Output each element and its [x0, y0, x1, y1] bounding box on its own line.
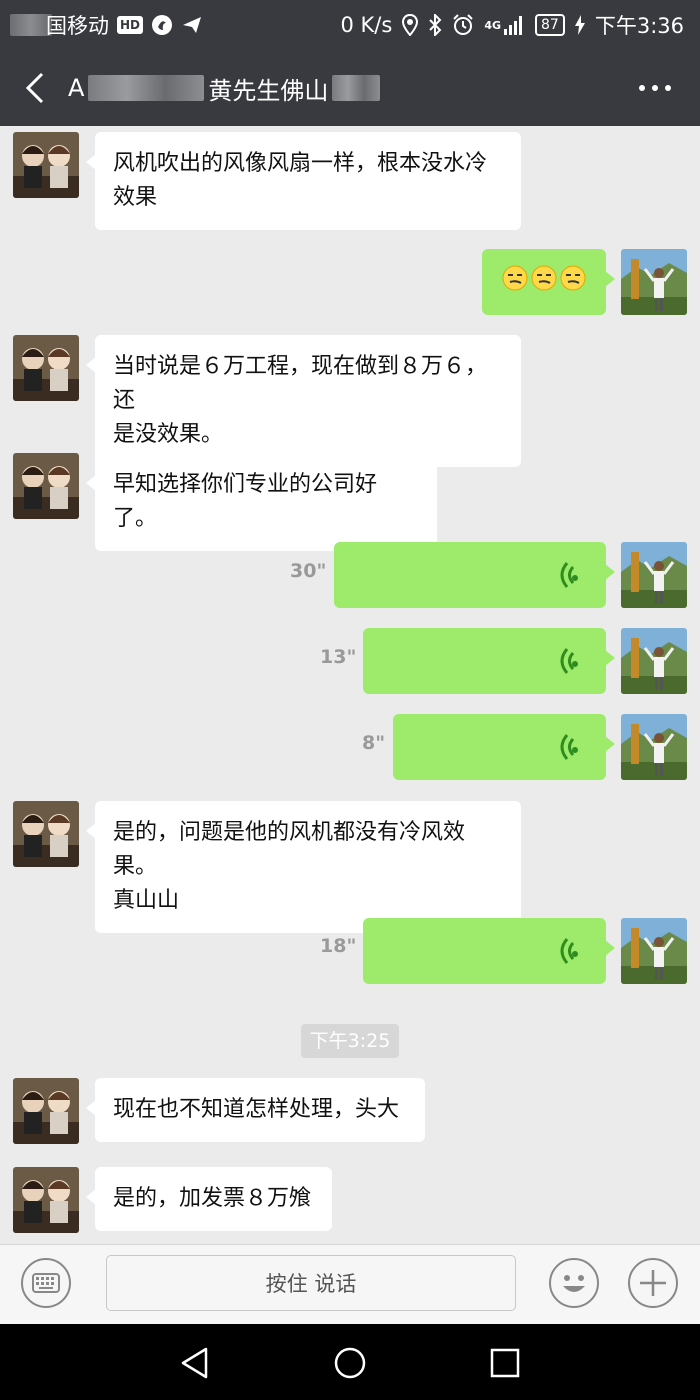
keyboard-toggle-button[interactable] [21, 1258, 71, 1308]
voice-duration: 18" [320, 935, 357, 957]
smirk-face-icon [502, 265, 528, 291]
chat-area[interactable]: 风机吹出的风像风扇一样，根本没水冷 效果 当时说是６万工程，现在做到８万６，还 … [0, 126, 700, 1244]
battery-indicator: 87 [535, 14, 565, 36]
message-text-line: 是的，加发票８万飧 [113, 1186, 312, 1211]
redacted-block [332, 75, 381, 101]
voice-message-bubble[interactable] [363, 628, 615, 694]
voice-duration: 8" [362, 732, 386, 754]
back-arrow-icon[interactable] [18, 70, 54, 106]
message-text-line: 早知选择你们专业的公司好了。 [113, 472, 378, 531]
status-bar: 国移动 HD 0 K/s 4G 87 下午3:36 [0, 0, 700, 50]
plus-icon [640, 1270, 666, 1296]
keyboard-icon [32, 1273, 60, 1293]
hold-to-talk-button[interactable]: 按住 说话 [106, 1255, 516, 1311]
contact-avatar[interactable] [13, 1167, 79, 1233]
contact-avatar[interactable] [13, 335, 79, 401]
alarm-icon [453, 14, 474, 35]
message-text-line: 当时说是６万工程，现在做到８万６，还 [113, 354, 488, 413]
emoji-message-bubble[interactable] [482, 249, 615, 315]
message-text-line: 现在也不知道怎样处理，头大 [113, 1097, 400, 1122]
voice-message-bubble[interactable] [393, 714, 615, 780]
contact-avatar[interactable] [13, 453, 79, 519]
hd-badge: HD [117, 16, 144, 34]
more-options-icon[interactable] [638, 80, 672, 96]
contact-avatar[interactable] [13, 1078, 79, 1144]
title-prefix: A [68, 74, 85, 102]
location-icon [402, 14, 419, 36]
more-functions-button[interactable] [628, 1258, 678, 1308]
voice-duration: 30" [290, 560, 327, 582]
signal-icon [504, 16, 522, 35]
charging-icon [574, 15, 585, 35]
voice-wave-icon [560, 734, 579, 760]
message-bubble[interactable]: 早知选择你们专业的公司好了。 [86, 453, 437, 551]
my-avatar[interactable] [621, 714, 687, 780]
contact-avatar[interactable] [13, 132, 79, 198]
voice-wave-icon [560, 648, 579, 674]
message-bubble[interactable]: 风机吹出的风像风扇一样，根本没水冷 效果 [86, 132, 521, 230]
nav-recents-icon[interactable] [489, 1347, 521, 1379]
my-avatar[interactable] [621, 249, 687, 315]
contact-name: 黄先生佛山 [208, 76, 329, 105]
message-bubble[interactable]: 是的，加发票８万飧 [86, 1167, 332, 1231]
status-right: 0 K/s 4G 87 下午3:36 [340, 10, 684, 40]
message-bubble[interactable]: 当时说是６万工程，现在做到８万６，还 是没效果。 [86, 335, 521, 467]
message-text-line: 是的，问题是他的风机都没有冷风效果。 [113, 820, 466, 879]
message-text-line: 效果 [113, 185, 158, 210]
emoji-row [502, 265, 586, 291]
nav-back-icon[interactable] [178, 1346, 212, 1380]
smirk-face-icon [531, 265, 557, 291]
network-speed: 0 K/s [340, 13, 393, 37]
network-type: 4G [484, 18, 501, 32]
message-text-line: 风机吹出的风像风扇一样，根本没水冷 [113, 151, 488, 176]
clock-time: 下午3:36 [594, 14, 684, 38]
my-avatar[interactable] [621, 542, 687, 608]
voice-wave-icon [560, 562, 579, 588]
message-text-line: 是没效果。 [113, 422, 224, 447]
message-text-line: 真山山 [113, 888, 180, 913]
status-left: 国移动 HD [10, 10, 203, 40]
contact-avatar[interactable] [13, 801, 79, 867]
voice-duration: 13" [320, 646, 357, 668]
soul-app-icon [152, 15, 173, 35]
message-bubble[interactable]: 是的，问题是他的风机都没有冷风效果。 真山山 [86, 801, 521, 933]
voice-message-bubble[interactable] [334, 542, 615, 608]
input-bar: 按住 说话 [0, 1244, 700, 1324]
smiley-icon [563, 1275, 585, 1292]
system-navigation-bar [0, 1324, 700, 1400]
smirk-face-icon [560, 265, 586, 291]
voice-message-bubble[interactable] [363, 918, 615, 984]
redacted-block [88, 75, 205, 101]
chat-header: A 黄先生佛山 [0, 50, 700, 126]
chat-title: A 黄先生佛山 [64, 70, 381, 106]
my-avatar[interactable] [621, 918, 687, 984]
time-separator: 下午3:25 [301, 1024, 399, 1058]
nav-home-icon[interactable] [333, 1346, 367, 1380]
my-avatar[interactable] [621, 628, 687, 694]
emoji-button[interactable] [549, 1258, 599, 1308]
voice-wave-icon [560, 938, 579, 964]
carrier-label: 国移动 [46, 14, 109, 38]
send-icon [183, 17, 202, 33]
bluetooth-icon [429, 14, 442, 36]
message-bubble[interactable]: 现在也不知道怎样处理，头大 [86, 1078, 425, 1142]
